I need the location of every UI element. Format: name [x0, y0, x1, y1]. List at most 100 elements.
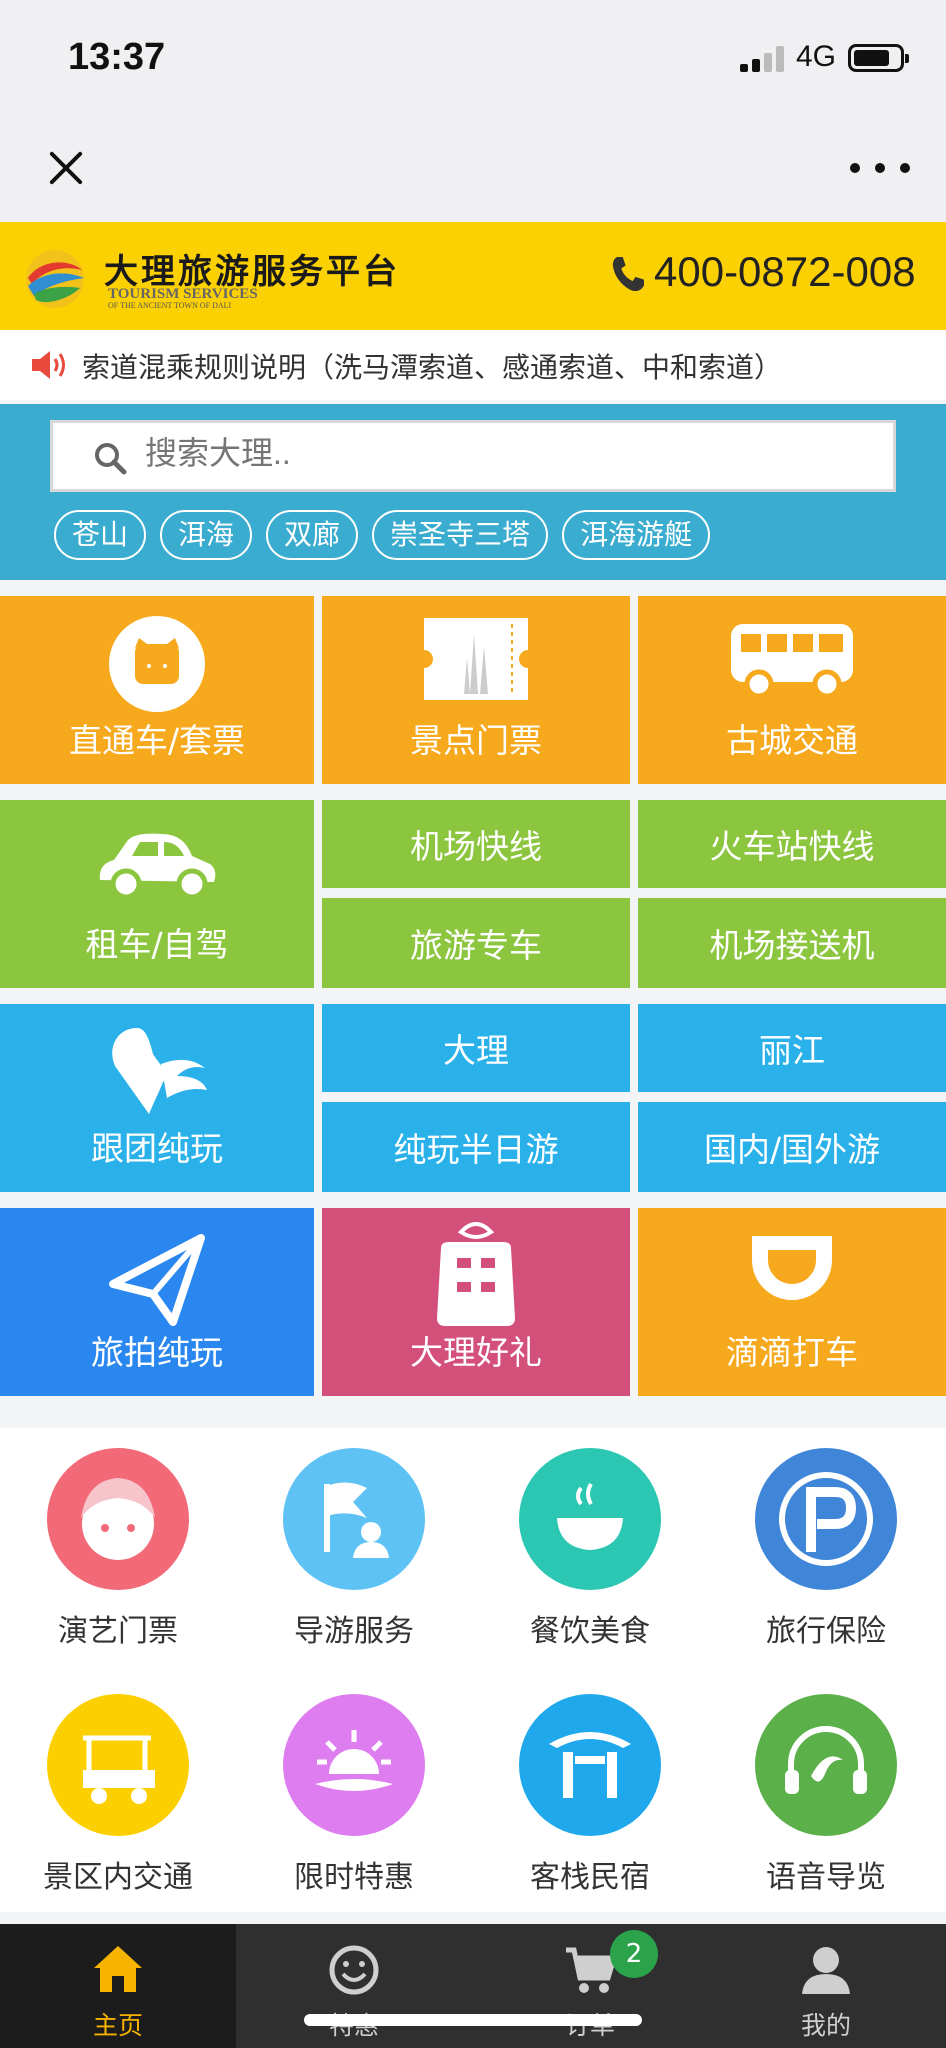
- tag-three-pagodas[interactable]: 崇圣寺三塔: [372, 510, 549, 560]
- performer-icon: [47, 1448, 189, 1590]
- phone-number[interactable]: 400-0872-008: [654, 248, 916, 296]
- dali-tile[interactable]: 大理: [322, 1004, 630, 1092]
- group-tour-tile[interactable]: 跟团纯玩: [0, 1004, 314, 1192]
- half-day-tour-tile[interactable]: 纯玩半日游: [322, 1102, 630, 1192]
- tag-shuanglang[interactable]: 双廊: [266, 510, 359, 560]
- inn-icon: [519, 1694, 661, 1836]
- car-icon: [99, 833, 216, 900]
- food-dining-label: 餐饮美食: [530, 1614, 650, 1649]
- domestic-abroad-tile[interactable]: 国内/国外游: [638, 1102, 946, 1192]
- smile-icon: [329, 1945, 379, 1995]
- golf-cart-icon: [47, 1694, 189, 1836]
- inn-homestay-item[interactable]: 客栈民宿: [472, 1674, 708, 1895]
- travel-insurance-item[interactable]: 旅行保险: [708, 1428, 944, 1649]
- guide-service-item[interactable]: 导游服务: [236, 1428, 472, 1649]
- dali-gifts-label: 大理好礼: [410, 1333, 542, 1372]
- audio-guide-label: 语音导览: [766, 1860, 886, 1895]
- half-day-tour-label: 纯玩半日游: [393, 1130, 559, 1169]
- brand-subtitle-line1: TOURISM SERVICES: [108, 286, 258, 302]
- limited-offer-item[interactable]: 限时特惠: [236, 1674, 472, 1895]
- search-section: 苍山 洱海 双廊 崇圣寺三塔 洱海游艇: [0, 404, 946, 580]
- scenic-tickets-label: 景点门票: [410, 721, 542, 760]
- close-icon[interactable]: [40, 143, 90, 193]
- guide-flag-icon: [283, 1448, 425, 1590]
- train-station-express-label: 火车站快线: [709, 827, 875, 866]
- through-bus-tile[interactable]: 直通车/套票: [0, 596, 314, 784]
- photo-tour-label: 旅拍纯玩: [91, 1333, 223, 1372]
- airport-express-label: 机场快线: [410, 827, 542, 866]
- cat-mascot-icon: [109, 616, 205, 712]
- home-indicator: [304, 2014, 642, 2026]
- user-icon: [802, 1947, 850, 1994]
- limited-offer-label: 限时特惠: [294, 1860, 414, 1895]
- status-time: 13:37: [68, 36, 166, 78]
- sunrise-icon: [283, 1694, 425, 1836]
- scenic-transport-label: 景区内交通: [43, 1860, 193, 1895]
- tab-home[interactable]: 主页: [0, 1924, 236, 2048]
- audio-guide-item[interactable]: 语音导览: [708, 1674, 944, 1895]
- through-bus-label: 直通车/套票: [68, 721, 246, 760]
- tour-car-tile[interactable]: 旅游专车: [322, 898, 630, 988]
- scenic-transport-item[interactable]: 景区内交通: [0, 1674, 236, 1895]
- nav-bar: [0, 118, 946, 222]
- search-input[interactable]: [145, 435, 845, 472]
- search-icon: [95, 443, 127, 475]
- bus-icon: [731, 624, 853, 699]
- cart-icon: [566, 1947, 616, 1993]
- group-tour-label: 跟团纯玩: [91, 1129, 223, 1168]
- logo-icon: [26, 250, 84, 308]
- didi-tile[interactable]: 滴滴打车: [638, 1208, 946, 1396]
- airport-transfer-tile[interactable]: 机场接送机: [638, 898, 946, 988]
- network-label: 4G: [796, 40, 837, 73]
- ticket-icon: [424, 618, 528, 700]
- tour-car-label: 旅游专车: [410, 926, 542, 965]
- dali-gifts-tile[interactable]: 大理好礼: [322, 1208, 630, 1396]
- scenic-tickets-tile[interactable]: 景点门票: [322, 596, 630, 784]
- tag-erhai[interactable]: 洱海: [160, 510, 253, 560]
- photo-tour-tile[interactable]: 旅拍纯玩: [0, 1208, 314, 1396]
- domestic-abroad-label: 国内/国外游: [703, 1130, 881, 1169]
- performance-tickets-label: 演艺门票: [58, 1614, 178, 1649]
- signal-icon: [740, 46, 786, 72]
- airport-express-tile[interactable]: 机场快线: [322, 800, 630, 888]
- location-pin-icon: [112, 1028, 207, 1114]
- brand-subtitle: TOURISM SERVICES OF THE ANCIENT TOWN OF …: [108, 286, 258, 311]
- car-rental-tile[interactable]: 租车/自驾: [0, 800, 314, 988]
- inn-homestay-label: 客栈民宿: [530, 1860, 650, 1895]
- train-station-express-tile[interactable]: 火车站快线: [638, 800, 946, 888]
- tag-cangshan[interactable]: 苍山: [54, 510, 147, 560]
- tag-erhai-yacht[interactable]: 洱海游艇: [562, 510, 711, 560]
- status-bar: 13:37 4G: [0, 0, 946, 118]
- guide-service-label: 导游服务: [294, 1614, 414, 1649]
- notice-text: 索道混乘规则说明（洗马潭索道、感通索道、中和索道）: [82, 351, 783, 384]
- tab-deals[interactable]: 特惠: [236, 1924, 472, 2048]
- tab-mine[interactable]: 我的: [708, 1924, 944, 2048]
- hot-tags: 苍山 洱海 双廊 崇圣寺三塔 洱海游艇: [54, 510, 711, 560]
- brand-subtitle-line2: OF THE ANCIENT TOWN OF DALI: [108, 301, 232, 310]
- didi-label: 滴滴打车: [726, 1333, 858, 1372]
- phone-icon[interactable]: [610, 254, 644, 294]
- more-options-icon[interactable]: [850, 158, 910, 178]
- service-icons-section: 演艺门票 导游服务 餐饮美食 旅行保险 景区内交通 限时特惠 客栈民宿 语音导览: [0, 1428, 946, 1912]
- search-box[interactable]: [50, 420, 896, 492]
- bottom-tab-bar: 主页 特惠 订单 我的: [0, 1924, 946, 2048]
- notice-bar[interactable]: 索道混乘规则说明（洗马潭索道、感通索道、中和索道）: [0, 330, 946, 400]
- didi-logo-icon: [752, 1236, 832, 1300]
- brand-header: 大理旅游服务平台 TOURISM SERVICES OF THE ANCIENT…: [0, 222, 946, 330]
- headphones-icon: [755, 1694, 897, 1836]
- old-town-transport-tile[interactable]: 古城交通: [638, 596, 946, 784]
- lijiang-tile[interactable]: 丽江: [638, 1004, 946, 1092]
- speaker-icon: [32, 351, 65, 379]
- travel-insurance-label: 旅行保险: [766, 1614, 886, 1649]
- home-icon: [94, 1946, 142, 1992]
- food-dining-item[interactable]: 餐饮美食: [472, 1428, 708, 1649]
- tab-mine-label: 我的: [800, 2011, 851, 2040]
- tab-orders[interactable]: 订单: [472, 1924, 708, 2048]
- paper-plane-icon: [109, 1234, 205, 1326]
- old-town-transport-label: 古城交通: [726, 721, 858, 760]
- performance-tickets-item[interactable]: 演艺门票: [0, 1428, 236, 1649]
- tab-home-label: 主页: [92, 2011, 143, 2040]
- gift-bag-icon: [437, 1222, 515, 1326]
- lijiang-label: 丽江: [759, 1031, 825, 1070]
- battery-icon: [848, 44, 909, 72]
